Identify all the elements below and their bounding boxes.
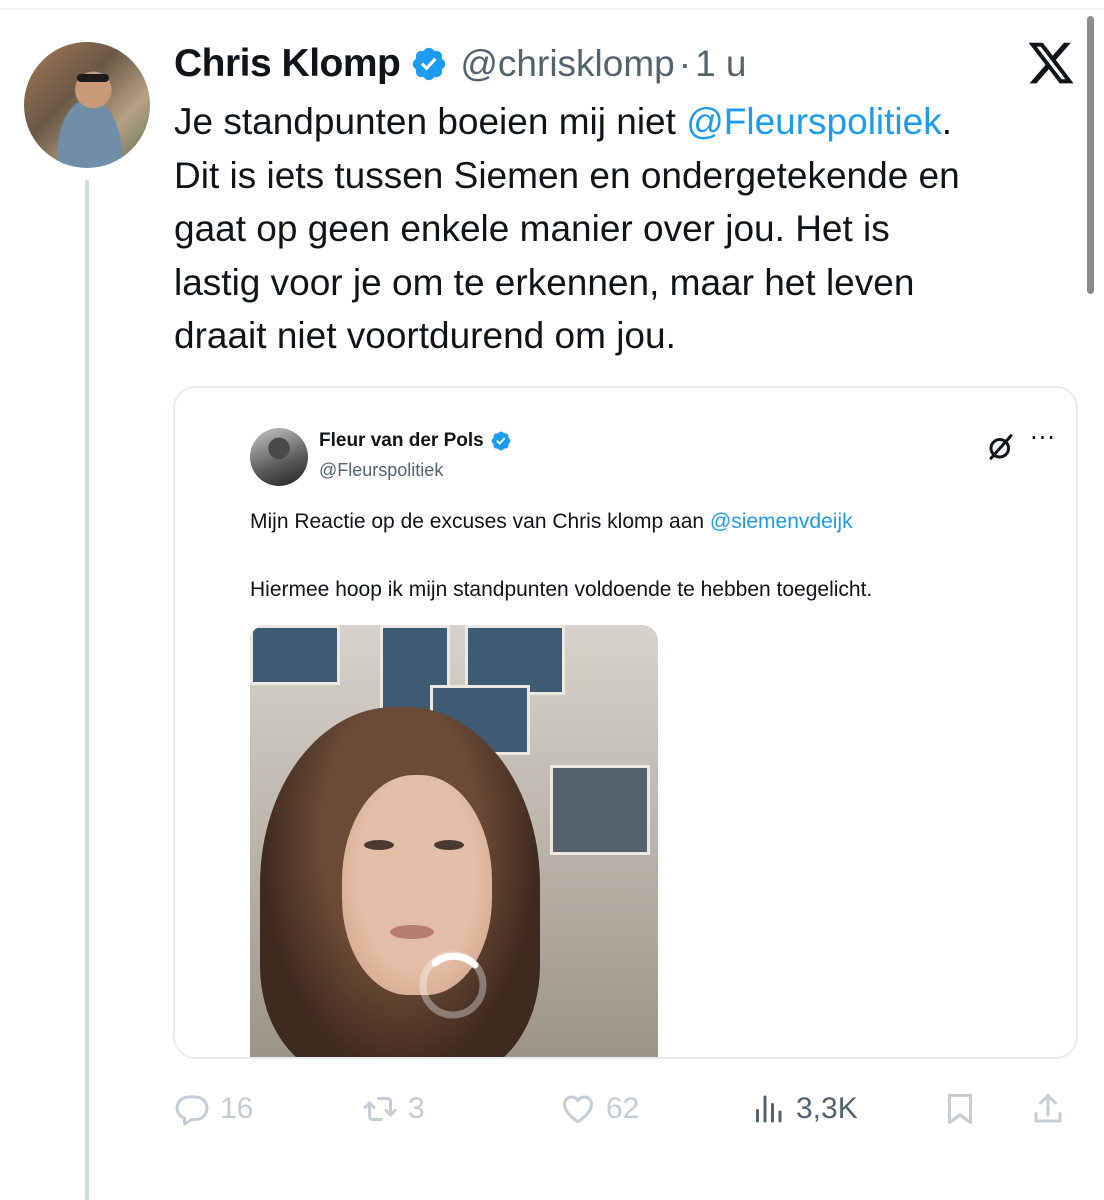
tweet-text-line-2: Dit is iets tussen Siemen en ondergeteke… — [174, 154, 960, 196]
tweet-text-line-4: lastig voor je om te erkennen, maar het … — [174, 261, 915, 303]
building-window — [550, 765, 650, 855]
reply-icon — [175, 1095, 209, 1126]
views-button[interactable]: 3,3K — [750, 1078, 858, 1140]
more-options-button[interactable]: ··· — [1030, 426, 1056, 450]
views-count: 3,3K — [796, 1092, 858, 1125]
tweet-text-line-3: gaat op geen enkele manier over jou. Het… — [174, 208, 890, 249]
tweet-text-segment: . — [941, 101, 952, 142]
bookmark-icon — [948, 1094, 972, 1124]
quoted-author-row: Fleur van der Pols — [319, 430, 512, 452]
quoted-text-line-2: Hiermee hoop ik mijn standpunten voldoen… — [250, 578, 873, 601]
tweet-text: Je standpunten boeien mij niet @Fleurspo… — [174, 95, 1084, 363]
tweet-action-bar: 16 3 62 3,3K — [0, 1078, 1104, 1140]
share-button[interactable] — [1030, 1078, 1076, 1140]
views-icon — [756, 1095, 782, 1123]
quoted-author-handle[interactable]: @Fleurspolitiek — [319, 460, 443, 481]
retweet-count: 3 — [408, 1092, 425, 1125]
bookmark-button[interactable] — [942, 1078, 988, 1140]
x-logo-icon — [1028, 42, 1074, 84]
person-mouth — [390, 925, 434, 939]
share-icon — [1034, 1094, 1062, 1123]
person-eye — [434, 840, 464, 850]
author-handle[interactable]: @chrisklomp — [460, 43, 674, 85]
author-name[interactable]: Chris Klomp — [174, 42, 401, 86]
person-eye — [364, 840, 394, 850]
avatar-sunglasses — [77, 74, 109, 82]
tweet-header: Chris Klomp @chrisklomp · 1 u — [174, 36, 747, 92]
tweet-text-line-5: draait niet voortdurend om jou. — [174, 315, 676, 356]
grok-icon[interactable] — [986, 432, 1016, 462]
building-window — [250, 625, 340, 685]
video-thumbnail[interactable] — [250, 625, 658, 1057]
quoted-author-name[interactable]: Fleur van der Pols — [319, 430, 484, 452]
quoted-author-avatar[interactable] — [250, 428, 308, 486]
tweet-timestamp[interactable]: 1 u — [695, 43, 746, 85]
top-divider — [0, 8, 1104, 10]
author-avatar[interactable] — [24, 42, 150, 168]
tweet-text-segment: Je standpunten boeien mij niet — [174, 101, 687, 142]
like-button[interactable]: 62 — [560, 1078, 639, 1140]
loading-spinner-icon — [419, 951, 487, 1019]
header-separator: · — [678, 43, 692, 84]
tweet-text-line-1: Je standpunten boeien mij niet @Fleurspo… — [174, 95, 1084, 149]
mention-link[interactable]: @siemenvdeijk — [710, 510, 853, 533]
retweet-button[interactable]: 3 — [362, 1078, 425, 1140]
quoted-text-line-1: Mijn Reactie op de excuses van Chris klo… — [250, 510, 853, 534]
quoted-tweet-card[interactable]: Fleur van der Pols @Fleurspolitiek ··· M… — [173, 386, 1078, 1059]
like-count: 62 — [606, 1092, 640, 1125]
scrollbar[interactable] — [1087, 16, 1094, 294]
heart-icon — [563, 1095, 593, 1124]
retweet-icon — [363, 1097, 397, 1121]
reply-count: 16 — [220, 1092, 254, 1125]
verified-badge-icon — [491, 431, 511, 451]
quoted-text-segment: Mijn Reactie op de excuses van Chris klo… — [250, 510, 710, 533]
reply-button[interactable]: 16 — [174, 1078, 253, 1140]
mention-link[interactable]: @Fleurspolitiek — [686, 101, 942, 142]
thread-line — [85, 180, 89, 1200]
verified-badge-icon — [413, 47, 446, 81]
